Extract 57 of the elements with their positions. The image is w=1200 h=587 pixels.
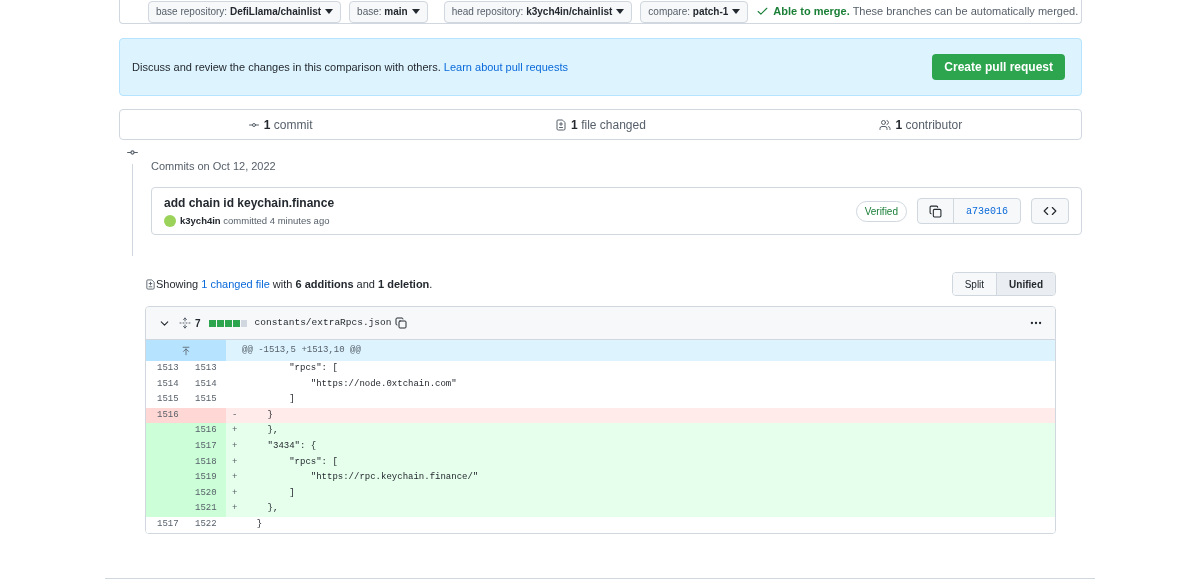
copy-icon <box>929 204 942 218</box>
hunk-header: @@ -1513,5 +1513,10 @@ <box>241 343 361 357</box>
code-line: "https://rpc.keychain.finance/" <box>309 471 479 485</box>
code-line: }, <box>266 502 279 516</box>
code-line: ] <box>288 393 295 407</box>
code-line: "rpcs": [ <box>288 455 338 469</box>
diff-sign: - <box>232 409 238 420</box>
diff-sign: + <box>232 441 238 451</box>
merge-status: Able to merge. These branches can be automatically merged. <box>773 4 1079 20</box>
summary-link[interactable]: 1 commit <box>263 115 313 134</box>
code-line: "https://node.0xtchain.com" <box>309 377 457 391</box>
caret-icon <box>616 9 625 14</box>
commit-meta: k3ych4in committed 4 minutes ago <box>180 213 330 228</box>
file-icon <box>555 118 568 131</box>
caret-icon <box>325 9 334 14</box>
learn-link[interactable]: Learn about pull requests <box>443 60 568 73</box>
line-number-cell: 1521 <box>186 501 226 517</box>
summary-link[interactable]: 1 file changed <box>571 115 646 134</box>
avatar-icon <box>164 215 176 227</box>
branch-select[interactable]: head repository: k3ych4in/chainlist <box>443 0 633 23</box>
diff-sign: + <box>232 456 238 467</box>
changed-file-link[interactable]: 1 changed file <box>201 277 270 290</box>
diff-sign: + <box>232 472 238 483</box>
code-line: } <box>255 518 263 531</box>
commits-heading: Commits on Oct 12, 2022 <box>151 161 276 172</box>
diffstat-icon <box>208 319 247 327</box>
diff-sign: + <box>232 425 238 436</box>
commit-title[interactable]: add chain id keychain.finance <box>164 193 335 212</box>
branch-select[interactable]: base: main <box>349 0 428 23</box>
caret-icon <box>411 9 420 14</box>
diff-sign: + <box>232 487 238 498</box>
caret-icon <box>732 9 741 14</box>
browse-code-button[interactable] <box>1031 198 1069 224</box>
code-line: }, <box>266 424 279 438</box>
code-line: "3434": { <box>266 440 317 453</box>
summary-link[interactable]: 1 contributor <box>895 115 963 134</box>
code-line: "rpcs": [ <box>288 362 338 376</box>
code-line: ] <box>288 486 295 500</box>
copy-icon[interactable] <box>395 317 408 329</box>
contributor-icon <box>879 118 892 131</box>
expand-up-icon[interactable] <box>181 345 191 356</box>
check-icon <box>756 5 770 18</box>
diff-sign: + <box>232 503 238 514</box>
branch-select[interactable]: compare: patch-1 <box>640 0 749 23</box>
expand-icon[interactable] <box>179 317 191 329</box>
code-line: } <box>266 408 273 422</box>
branch-select[interactable]: base repository: DefiLlama/chainlist <box>148 0 342 23</box>
banner-text: Discuss and review the changes in this comparison with others. Learn about pull requests <box>132 59 568 75</box>
change-count: 7 <box>195 316 201 331</box>
showing-text: Showing 1 changed file with 6 additions and 1 deletion. <box>156 276 433 292</box>
file-path[interactable]: constants/extraRpcs.json <box>254 315 392 331</box>
file-diff-icon <box>145 278 156 290</box>
code-icon <box>1043 204 1057 218</box>
view-mode-tab[interactable]: Split <box>952 273 997 295</box>
line-number-cell: 1516 <box>186 423 226 439</box>
view-mode-tab[interactable]: Unified <box>996 273 1055 295</box>
line-number-cell: 1519 <box>186 470 226 486</box>
